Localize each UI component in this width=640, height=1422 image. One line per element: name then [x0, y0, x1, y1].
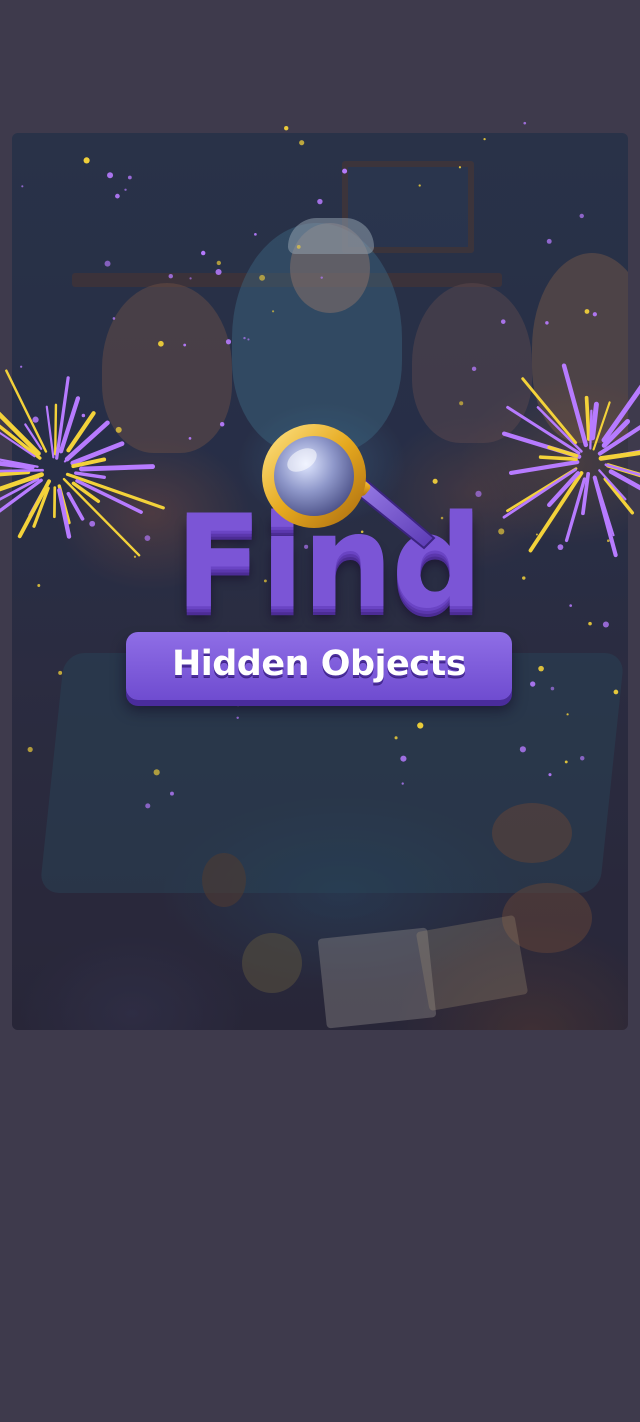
logo-subtitle: Hidden Objects [171, 644, 467, 684]
confetti-dot [523, 121, 527, 125]
confetti-dot [284, 126, 289, 131]
magnifying-glass-icon [262, 424, 436, 550]
game-logo: Find Hidden Objects [120, 420, 520, 710]
